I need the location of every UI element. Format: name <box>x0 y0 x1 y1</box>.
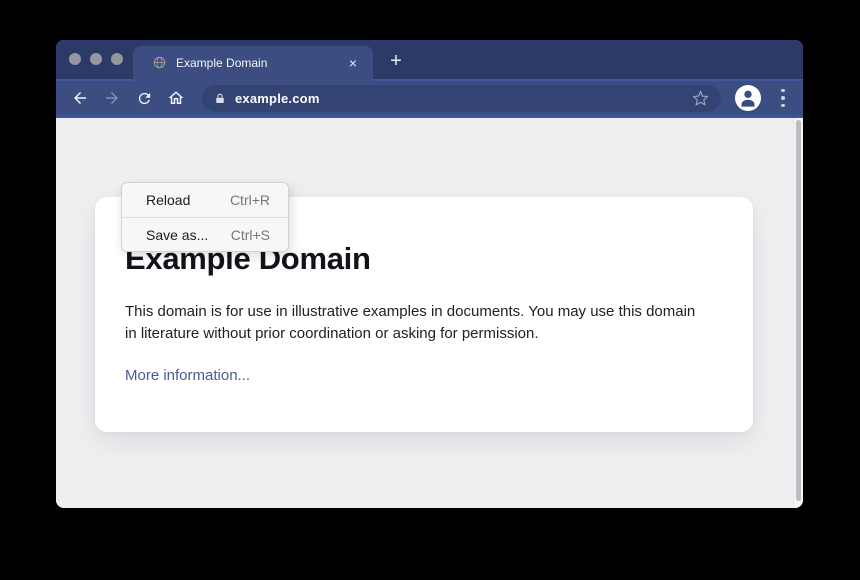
forward-arrow-icon <box>103 89 121 107</box>
page-paragraph: This domain is for use in illustrative e… <box>125 301 707 345</box>
tab-title: Example Domain <box>176 56 345 70</box>
bookmark-star-icon[interactable] <box>692 90 709 107</box>
address-bar[interactable]: example.com <box>202 85 721 112</box>
scrollbar[interactable] <box>793 118 803 508</box>
back-button[interactable] <box>68 86 92 110</box>
dots-icon <box>781 89 785 93</box>
forward-button[interactable] <box>100 86 124 110</box>
menu-item-save-as[interactable]: Save as... Ctrl+S <box>122 217 288 251</box>
reload-icon <box>136 90 153 107</box>
window-controls <box>69 53 123 65</box>
profile-avatar-button[interactable] <box>735 85 761 111</box>
person-icon <box>735 85 761 111</box>
toolbar: example.com <box>56 79 803 118</box>
lock-icon <box>214 92 226 105</box>
back-arrow-icon <box>71 89 89 107</box>
page-viewport: Example Domain This domain is for use in… <box>56 118 803 508</box>
menu-item-label: Save as... <box>146 227 208 243</box>
more-information-link[interactable]: More information... <box>125 367 250 384</box>
home-button[interactable] <box>164 86 188 110</box>
globe-favicon-icon <box>153 56 166 69</box>
context-menu: Reload Ctrl+R Save as... Ctrl+S <box>121 182 289 252</box>
close-window-button[interactable] <box>69 53 81 65</box>
home-icon <box>167 89 185 107</box>
new-tab-button[interactable]: + <box>384 49 408 73</box>
url-text[interactable]: example.com <box>235 91 692 106</box>
menu-item-reload[interactable]: Reload Ctrl+R <box>122 183 288 217</box>
minimize-window-button[interactable] <box>90 53 102 65</box>
browser-menu-button[interactable] <box>775 86 791 110</box>
menu-item-shortcut: Ctrl+R <box>230 192 270 208</box>
browser-window: Example Domain × + <box>56 40 803 508</box>
titlebar: Example Domain × + <box>56 40 803 79</box>
menu-item-shortcut: Ctrl+S <box>231 227 270 243</box>
reload-button[interactable] <box>132 86 156 110</box>
menu-item-label: Reload <box>146 192 190 208</box>
tab-close-icon[interactable]: × <box>345 56 361 70</box>
zoom-window-button[interactable] <box>111 53 123 65</box>
tab-example-domain[interactable]: Example Domain × <box>133 46 373 81</box>
scrollbar-thumb[interactable] <box>796 120 801 501</box>
